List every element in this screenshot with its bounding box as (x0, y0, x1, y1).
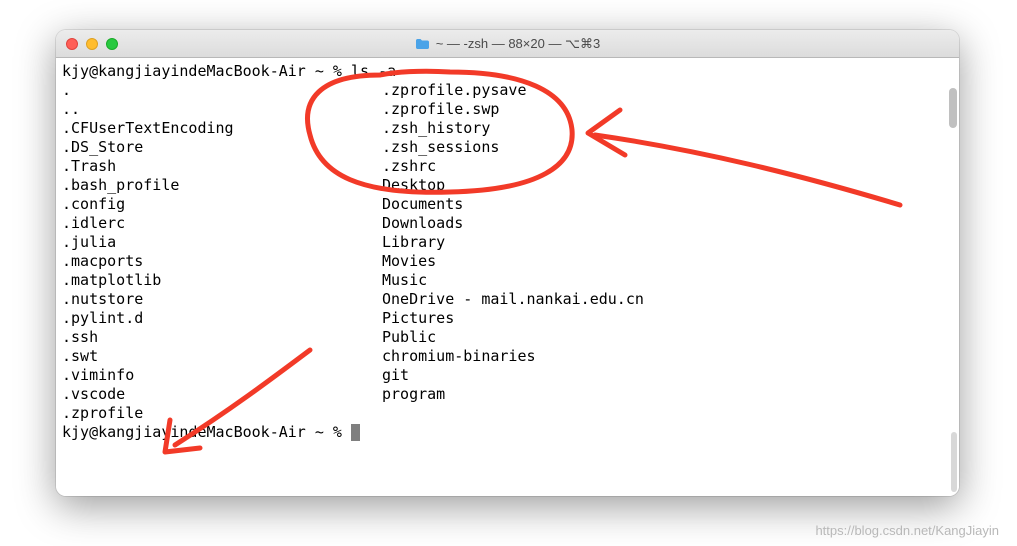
list-item: git (382, 366, 953, 385)
list-item: .swt (62, 347, 382, 366)
terminal-window: ~ — -zsh — 88×20 — ⌥⌘3 kjy@kangjiayindeM… (56, 30, 959, 496)
list-item: Library (382, 233, 953, 252)
ls-output: ....CFUserTextEncoding.DS_Store.Trash.ba… (62, 81, 953, 423)
folder-icon (415, 38, 430, 50)
terminal-body[interactable]: kjy@kangjiayindeMacBook-Air ~ % ls -a ..… (56, 58, 959, 496)
prompt-prefix: kjy@kangjiayindeMacBook-Air ~ % (62, 62, 351, 80)
prompt-command: ls -a (351, 62, 396, 80)
list-item: .zsh_sessions (382, 138, 953, 157)
list-item: OneDrive - mail.nankai.edu.cn (382, 290, 953, 309)
list-item: .CFUserTextEncoding (62, 119, 382, 138)
list-item: Desktop (382, 176, 953, 195)
list-item: .zprofile (62, 404, 382, 423)
list-item: .ssh (62, 328, 382, 347)
list-item: .. (62, 100, 382, 119)
prompt-prefix: kjy@kangjiayindeMacBook-Air ~ % (62, 423, 351, 441)
traffic-lights (66, 38, 118, 50)
close-button[interactable] (66, 38, 78, 50)
list-item: program (382, 385, 953, 404)
maximize-button[interactable] (106, 38, 118, 50)
list-item: . (62, 81, 382, 100)
cursor (351, 424, 360, 441)
list-item: Public (382, 328, 953, 347)
list-item: .viminfo (62, 366, 382, 385)
minimize-button[interactable] (86, 38, 98, 50)
window-title-text: ~ — -zsh — 88×20 — ⌥⌘3 (436, 36, 601, 52)
list-item: .zshrc (382, 157, 953, 176)
list-item: Documents (382, 195, 953, 214)
list-item: Music (382, 271, 953, 290)
ls-col-2: .zprofile.pysave.zprofile.swp.zsh_histor… (382, 81, 953, 423)
list-item: .config (62, 195, 382, 214)
list-item: .pylint.d (62, 309, 382, 328)
ls-col-1: ....CFUserTextEncoding.DS_Store.Trash.ba… (62, 81, 382, 423)
list-item: .zprofile.swp (382, 100, 953, 119)
watermark: https://blog.csdn.net/KangJiayin (815, 523, 999, 538)
list-item: .idlerc (62, 214, 382, 233)
prompt-line-2: kjy@kangjiayindeMacBook-Air ~ % (62, 423, 953, 442)
list-item: Movies (382, 252, 953, 271)
list-item: .bash_profile (62, 176, 382, 195)
prompt-line-1: kjy@kangjiayindeMacBook-Air ~ % ls -a (62, 62, 953, 81)
scrollbar-thumb-2[interactable] (951, 432, 957, 492)
list-item: .Trash (62, 157, 382, 176)
titlebar[interactable]: ~ — -zsh — 88×20 — ⌥⌘3 (56, 30, 959, 58)
list-item: .zprofile.pysave (382, 81, 953, 100)
list-item: Downloads (382, 214, 953, 233)
list-item: .macports (62, 252, 382, 271)
window-title: ~ — -zsh — 88×20 — ⌥⌘3 (415, 36, 601, 52)
list-item: Pictures (382, 309, 953, 328)
list-item: .vscode (62, 385, 382, 404)
list-item: chromium-binaries (382, 347, 953, 366)
scrollbar-thumb[interactable] (949, 88, 957, 128)
list-item: .julia (62, 233, 382, 252)
list-item: .matplotlib (62, 271, 382, 290)
list-item: .zsh_history (382, 119, 953, 138)
list-item: .DS_Store (62, 138, 382, 157)
list-item: .nutstore (62, 290, 382, 309)
